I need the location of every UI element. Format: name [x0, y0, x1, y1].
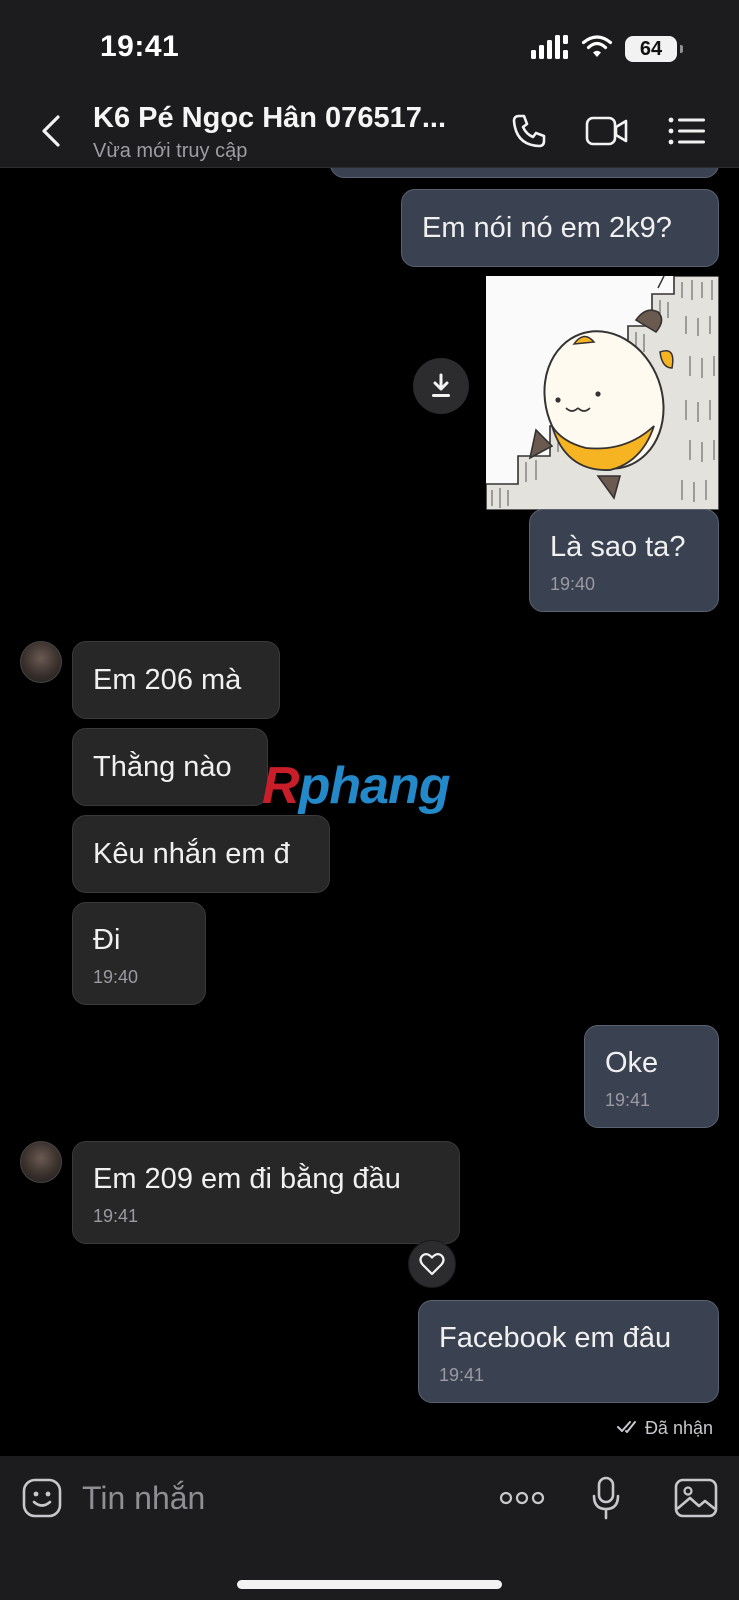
message-bubble-outgoing[interactable]: Em nói nó em 2k9?: [401, 189, 719, 267]
message-list[interactable]: Em nói nó em 2k9? Là sao ta? 19:40 Em 20…: [0, 168, 739, 1456]
video-camera-icon[interactable]: [584, 108, 630, 154]
status-icons: 64: [531, 34, 683, 64]
message-bubble-outgoing[interactable]: Facebook em đâu 19:41: [418, 1300, 719, 1403]
receipt-text: Đã nhận: [644, 1418, 713, 1438]
message-bubble-incoming[interactable]: Em 206 mà: [72, 641, 280, 719]
read-receipt: Đã nhận: [616, 1418, 713, 1439]
watermark-text: phang: [298, 757, 451, 815]
message-bubble-outgoing[interactable]: Oke 19:41: [584, 1025, 719, 1128]
image-gallery-icon[interactable]: [672, 1474, 720, 1522]
message-text: Facebook em đâu: [439, 1322, 672, 1354]
message-text: Em 209 em đi bằng đầu: [93, 1163, 401, 1195]
message-text: Đi: [93, 924, 121, 956]
wifi-icon: [581, 34, 613, 64]
message-input[interactable]: Tin nhắn: [82, 1480, 205, 1517]
battery-icon: 64: [625, 36, 683, 62]
status-time: 19:41: [100, 30, 180, 63]
cellular-signal-icon: [531, 34, 569, 64]
menu-list-icon[interactable]: [664, 108, 710, 154]
message-text: Là sao ta?: [550, 531, 686, 563]
contact-status: Vừa mới truy cập: [93, 140, 248, 162]
message-bubble-incoming[interactable]: Em 209 em đi bằng đầu 19:41: [72, 1141, 460, 1244]
watermark-r: R: [262, 757, 300, 815]
message-time: 19:40: [93, 967, 139, 987]
emoji-icon[interactable]: [18, 1474, 66, 1522]
message-text: Oke: [605, 1047, 659, 1079]
message-bubble-partial[interactable]: [330, 168, 719, 178]
message-input-bar: Tin nhắn: [0, 1456, 739, 1600]
message-text: Em nói nó em 2k9?: [422, 212, 672, 244]
back-chevron-icon[interactable]: [34, 110, 68, 152]
heart-react-icon[interactable]: [408, 1240, 456, 1288]
message-bubble-incoming[interactable]: Kêu nhắn em đ: [72, 815, 330, 893]
message-time: 19:41: [439, 1365, 485, 1385]
cat-on-stairs-sticker[interactable]: [486, 276, 719, 510]
avatar[interactable]: [20, 641, 62, 683]
chat-header: K6 Pé Ngọc Hân 076517... Vừa mới truy cậ…: [0, 96, 739, 168]
status-bar: 19:41 64: [0, 0, 739, 96]
more-dots-icon[interactable]: [498, 1474, 546, 1522]
message-time: 19:41: [93, 1206, 139, 1226]
message-time: 19:41: [605, 1090, 651, 1110]
phone-icon[interactable]: [506, 108, 552, 154]
watermark: Rphang: [262, 756, 451, 816]
microphone-icon[interactable]: [582, 1474, 630, 1522]
double-check-icon: [616, 1418, 639, 1439]
message-bubble-outgoing[interactable]: Là sao ta? 19:40: [529, 509, 719, 612]
avatar[interactable]: [20, 1141, 62, 1183]
download-icon[interactable]: [413, 358, 469, 414]
contact-name[interactable]: K6 Pé Ngọc Hân 076517...: [93, 102, 463, 135]
home-indicator[interactable]: [237, 1580, 502, 1589]
message-time: 19:40: [550, 574, 596, 594]
message-text: Em 206 mà: [93, 664, 242, 696]
message-text: Kêu nhắn em đ: [93, 838, 290, 870]
message-bubble-incoming[interactable]: Thằng nào: [72, 728, 268, 806]
message-text: Thằng nào: [93, 751, 232, 783]
message-bubble-incoming[interactable]: Đi 19:40: [72, 902, 206, 1005]
